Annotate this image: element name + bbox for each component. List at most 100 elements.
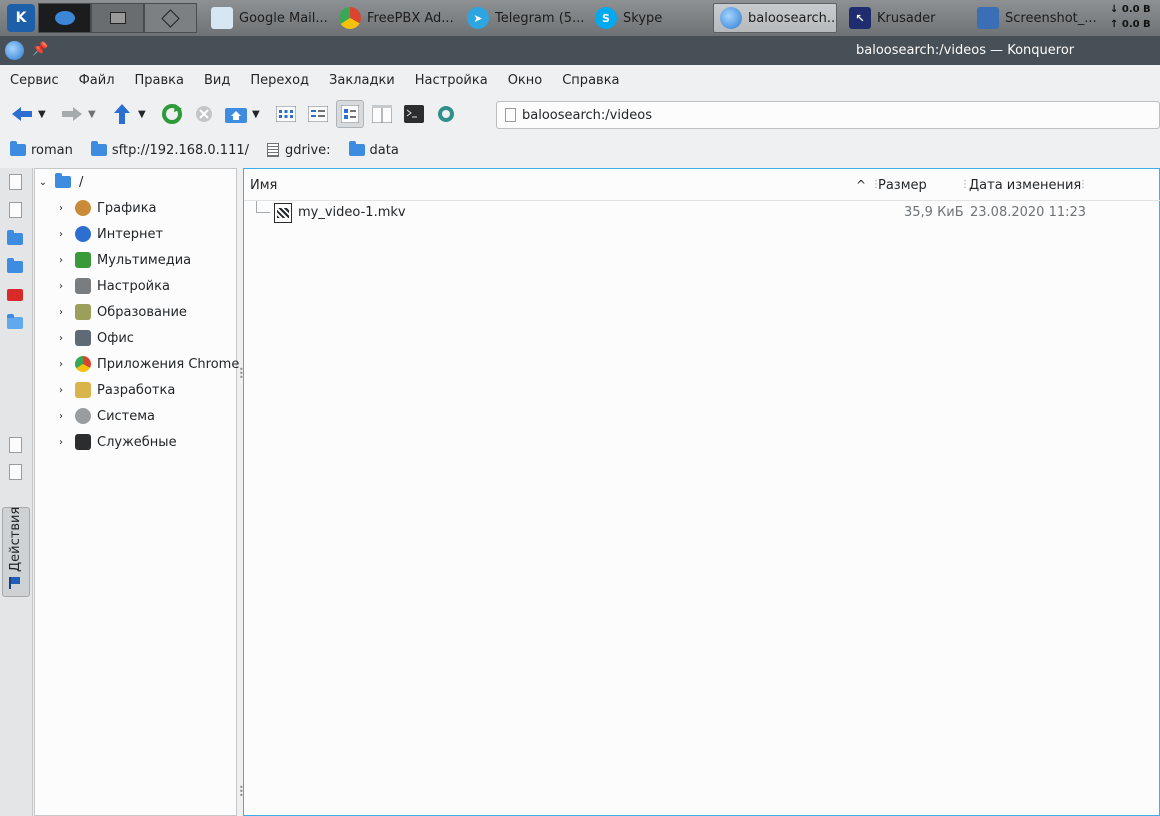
tree-item-system[interactable]: › Система xyxy=(55,403,155,429)
compact-view-icon xyxy=(308,106,328,122)
tree-item-settings[interactable]: › Настройка xyxy=(55,273,170,299)
column-date[interactable]: Дата изменения xyxy=(969,178,1081,193)
tree-item-graphics[interactable]: › Графика xyxy=(55,195,157,221)
menu-go[interactable]: Переход xyxy=(250,73,309,88)
task-telegram[interactable]: ➤ Telegram (5... xyxy=(461,3,589,33)
sidebar-tab-document-3[interactable] xyxy=(7,437,25,455)
bookmark-gdrive[interactable]: gdrive: xyxy=(267,143,331,158)
sort-ascending-icon[interactable]: ^ xyxy=(856,178,866,192)
task-screenshot[interactable]: Screenshot_... xyxy=(971,3,1101,33)
utilities-icon xyxy=(75,434,91,450)
details-view-icon xyxy=(341,105,359,123)
home-folder-icon xyxy=(225,108,247,123)
network-monitor: ↓ 0.0 B ↑ 0.0 B xyxy=(1110,4,1151,30)
compact-view-button[interactable] xyxy=(304,100,332,128)
menu-window[interactable]: Окно xyxy=(508,73,543,88)
up-dropdown[interactable]: ▼ xyxy=(138,109,152,120)
details-view-button[interactable] xyxy=(336,100,364,128)
desktop-2[interactable] xyxy=(91,3,144,33)
terminal-icon xyxy=(404,105,424,123)
reload-button[interactable] xyxy=(158,100,186,128)
location-bar[interactable]: baloosearch:/videos xyxy=(496,101,1160,129)
sidebar-tab-document-4[interactable] xyxy=(7,464,25,482)
menu-settings[interactable]: Настройка xyxy=(415,73,488,88)
sidebar-tab-document[interactable] xyxy=(7,174,25,192)
task-freepbx[interactable]: FreePBX Ad... xyxy=(333,3,461,33)
column-name[interactable]: Имя xyxy=(250,178,277,193)
menu-help[interactable]: Справка xyxy=(562,73,619,88)
task-skype[interactable]: S Skype xyxy=(589,3,713,33)
forward-button[interactable] xyxy=(58,100,86,128)
task-baloosearch[interactable]: baloosearch... xyxy=(713,3,837,33)
tree-item-development[interactable]: › Разработка xyxy=(55,377,175,403)
forward-history-dropdown[interactable]: ▼ xyxy=(88,109,102,120)
telegram-icon: ➤ xyxy=(467,7,489,29)
sidebar-tab-network[interactable] xyxy=(7,314,25,332)
arrow-right-icon xyxy=(62,107,82,121)
chevron-right-icon[interactable]: › xyxy=(55,229,67,240)
tree-item-utilities[interactable]: › Служебные xyxy=(55,429,177,455)
menu-file[interactable]: Файл xyxy=(79,73,115,88)
task-google-mail[interactable]: Google Mail... xyxy=(205,3,333,33)
folder-icon xyxy=(90,141,107,156)
desktop-3[interactable] xyxy=(144,3,197,33)
tree-item-multimedia[interactable]: › Мультимедиа xyxy=(55,247,191,273)
up-button[interactable] xyxy=(108,100,136,128)
home-button[interactable] xyxy=(222,100,250,128)
desktop-1[interactable] xyxy=(38,3,91,33)
development-icon xyxy=(75,382,91,398)
task-krusader[interactable]: ↖ Krusader xyxy=(843,3,971,33)
window-title: baloosearch:/videos — Konqueror xyxy=(856,43,1075,58)
location-input[interactable]: baloosearch:/videos xyxy=(522,108,652,123)
sidebar-tab-home[interactable] xyxy=(7,258,25,276)
bookmark-data[interactable]: data xyxy=(348,141,399,158)
chevron-right-icon[interactable]: › xyxy=(55,255,67,266)
arrow-up-icon xyxy=(114,104,130,124)
tree-item-chrome-apps[interactable]: › Приложения Chrome xyxy=(55,351,239,377)
konqueror-throbber xyxy=(432,100,460,128)
menu-view[interactable]: Вид xyxy=(204,73,230,88)
tree-item-office[interactable]: › Офис xyxy=(55,325,134,351)
chevron-right-icon[interactable]: › xyxy=(55,333,67,344)
settings-icon xyxy=(75,278,91,294)
split-view-button[interactable] xyxy=(368,100,396,128)
bookmark-sftp[interactable]: sftp://192.168.0.111/ xyxy=(90,141,249,158)
reload-icon xyxy=(162,104,182,124)
chevron-right-icon[interactable]: › xyxy=(55,359,67,370)
bookmark-roman[interactable]: roman xyxy=(10,141,73,158)
home-folder-icon xyxy=(7,258,23,273)
file-row[interactable]: my_video-1.mkv 35,9 КиБ 23.08.2020 11:23 xyxy=(244,201,1160,225)
flag-icon[interactable] xyxy=(9,577,21,589)
desktop-pager xyxy=(38,3,197,33)
tree-item-education[interactable]: › Образование xyxy=(55,299,187,325)
menu-service[interactable]: Сервис xyxy=(10,73,59,88)
kde-start-icon[interactable]: K xyxy=(7,4,35,32)
home-dropdown[interactable]: ▼ xyxy=(252,109,266,120)
file-size: 35,9 КиБ xyxy=(904,205,964,220)
column-size[interactable]: Размер xyxy=(878,178,927,193)
chevron-right-icon[interactable]: › xyxy=(55,281,67,292)
back-history-dropdown[interactable]: ▼ xyxy=(38,109,52,120)
folder-icon xyxy=(348,141,365,156)
icon-view-button[interactable] xyxy=(272,100,300,128)
chevron-right-icon[interactable]: › xyxy=(55,307,67,318)
pin-icon[interactable]: 📌 xyxy=(32,42,48,57)
menu-edit[interactable]: Правка xyxy=(135,73,184,88)
sidebar-tab-red-folder[interactable] xyxy=(7,286,25,304)
tree-root[interactable]: ⌄ / xyxy=(37,169,83,195)
chevron-down-icon[interactable]: ⌄ xyxy=(37,177,49,188)
column-separator[interactable]: ⋮ xyxy=(1078,179,1088,190)
screenshot-icon xyxy=(977,7,999,29)
sidebar-tab-document-2[interactable] xyxy=(7,202,25,220)
chevron-right-icon[interactable]: › xyxy=(55,411,67,422)
terminal-button[interactable] xyxy=(400,100,428,128)
tree-item-internet[interactable]: › Интернет xyxy=(55,221,163,247)
chevron-right-icon[interactable]: › xyxy=(55,437,67,448)
menu-bookmarks[interactable]: Закладки xyxy=(329,73,395,88)
konqueror-icon[interactable] xyxy=(5,41,24,60)
chevron-right-icon[interactable]: › xyxy=(55,203,67,214)
stop-button[interactable] xyxy=(190,100,218,128)
back-button[interactable] xyxy=(8,100,36,128)
chevron-right-icon[interactable]: › xyxy=(55,385,67,396)
sidebar-tab-folder[interactable] xyxy=(7,230,25,248)
